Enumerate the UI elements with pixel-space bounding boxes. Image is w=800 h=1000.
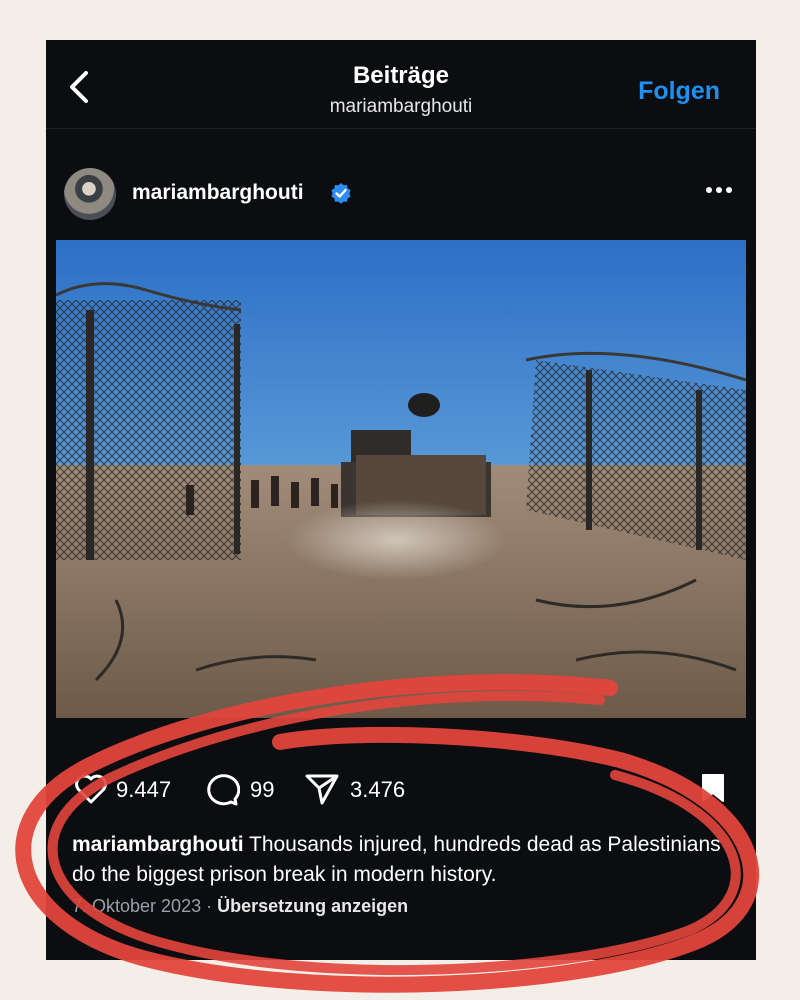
- avatar[interactable]: [64, 168, 116, 220]
- share-icon[interactable]: [304, 772, 340, 806]
- caption-username[interactable]: mariambarghouti: [72, 833, 244, 856]
- share-count[interactable]: 3.476: [350, 777, 405, 803]
- translate-link[interactable]: Übersetzung anzeigen: [217, 896, 408, 916]
- post-meta: 7. Oktober 2023 · Übersetzung anzeigen: [72, 896, 408, 917]
- heart-icon[interactable]: [74, 773, 108, 805]
- meta-separator: ·: [201, 896, 218, 916]
- post-caption: mariambarghouti Thousands injured, hundr…: [72, 830, 732, 890]
- post-image[interactable]: [56, 240, 746, 718]
- post-date: 7. Oktober 2023: [72, 896, 202, 916]
- post-actions: 9.447 99 3.476: [46, 768, 756, 814]
- bookmark-icon[interactable]: [700, 772, 726, 804]
- follow-button[interactable]: Folgen: [638, 77, 720, 106]
- phone-screen: Beiträge mariambarghouti Folgen mariamba…: [46, 40, 756, 960]
- comment-icon[interactable]: [204, 772, 240, 806]
- top-navigation-bar: Beiträge mariambarghouti Folgen: [46, 40, 756, 129]
- verified-badge-icon: [331, 183, 351, 204]
- post-header: mariambarghouti: [46, 150, 756, 234]
- post-username[interactable]: mariambarghouti: [132, 181, 304, 205]
- more-icon[interactable]: [704, 182, 734, 198]
- like-count[interactable]: 9.447: [116, 777, 171, 803]
- comment-count[interactable]: 99: [250, 777, 274, 803]
